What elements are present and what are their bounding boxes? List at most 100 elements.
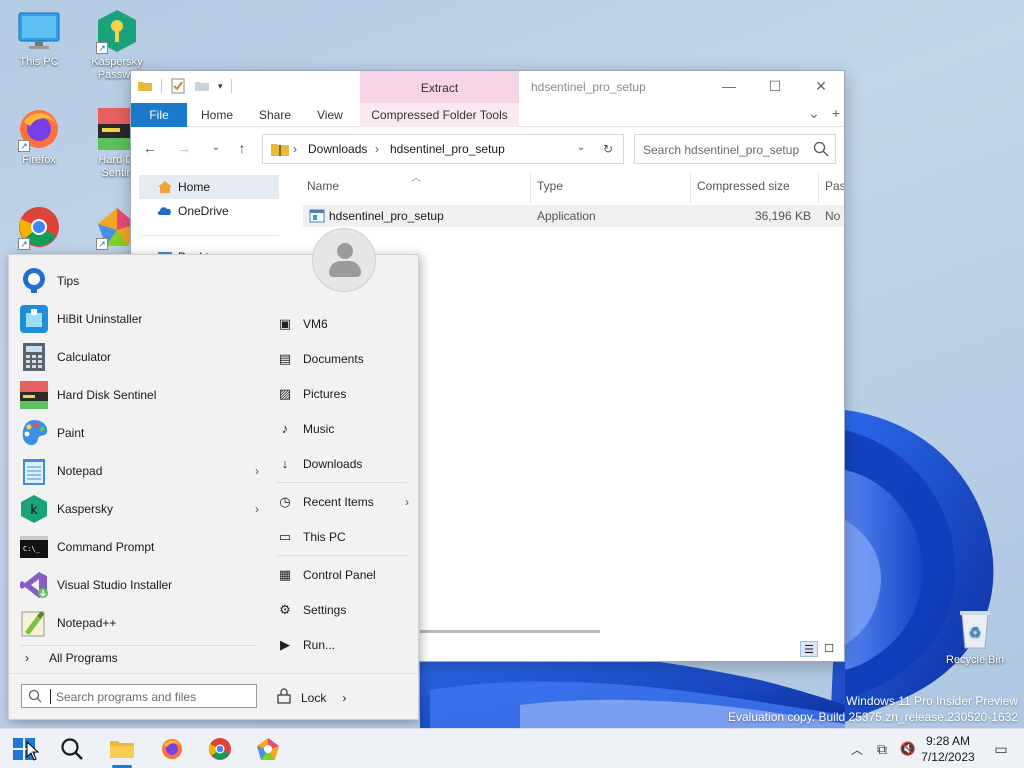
place-control-panel[interactable]: ▦ Control Panel <box>277 562 409 588</box>
nav-item-onedrive[interactable]: OneDrive <box>157 203 229 219</box>
up-arrow-icon[interactable]: ↑ <box>233 139 251 157</box>
taskbar-colorful-app[interactable] <box>252 733 284 765</box>
places-divider <box>277 482 407 483</box>
shortcut-arrow-icon: ↗ <box>18 140 30 152</box>
computer-icon: ▭ <box>278 529 292 544</box>
program-paint[interactable]: Paint <box>19 415 259 451</box>
search-icon[interactable] <box>813 141 829 160</box>
forward-arrow-icon[interactable]: → <box>175 139 193 157</box>
horizontal-scrollbar[interactable] <box>420 630 600 633</box>
tab-share[interactable]: Share <box>259 103 291 127</box>
start-search-placeholder: Search programs and files <box>56 690 197 704</box>
tab-home[interactable]: Home <box>201 103 233 127</box>
column-divider[interactable] <box>690 173 691 203</box>
kaspersky-icon: k <box>19 494 49 524</box>
user-avatar[interactable] <box>312 228 376 292</box>
address-dropdown-icon[interactable]: ⌄ <box>577 142 585 153</box>
all-programs-chevron-icon: › <box>25 651 29 665</box>
tab-compressed-folder-tools[interactable]: Compressed Folder Tools <box>360 103 519 127</box>
folder-icon[interactable] <box>137 78 153 94</box>
properties-icon[interactable] <box>170 78 186 94</box>
column-type[interactable]: Type <box>537 179 563 193</box>
place-downloads[interactable]: ↓ Downloads <box>277 451 409 477</box>
details-view-icon[interactable]: ☰ <box>800 641 818 657</box>
taskbar-chrome[interactable] <box>204 733 236 765</box>
network-icon[interactable]: ⧉ <box>870 733 894 765</box>
refresh-icon[interactable]: ↻ <box>603 142 613 156</box>
program-kaspersky[interactable]: k Kaspersky › <box>19 491 259 527</box>
place-pictures[interactable]: ▨ Pictures <box>277 381 409 407</box>
desktop-icon-recycle-bin[interactable]: ♻ Recycle Bin <box>942 606 1008 667</box>
explorer-search-box[interactable]: Search hdsentinel_pro_setup <box>634 134 836 164</box>
hard-disk-sentinel-icon <box>19 380 49 410</box>
back-arrow-icon[interactable]: ← <box>141 139 159 157</box>
file-row[interactable]: hdsentinel_pro_setup Application 36,196 … <box>303 205 844 227</box>
column-password[interactable]: Pass <box>825 179 844 193</box>
close-icon[interactable]: ✕ <box>798 71 844 101</box>
desktop-icon-firefox[interactable]: ↗ Firefox <box>6 106 72 167</box>
tab-view[interactable]: View <box>317 103 343 127</box>
window-title: hdsentinel_pro_setup <box>531 80 646 94</box>
place-recent-items[interactable]: ◷ Recent Items › <box>277 489 409 515</box>
program-command-prompt[interactable]: C:\_ Command Prompt <box>19 529 259 565</box>
place-label: Pictures <box>303 387 347 401</box>
customize-toolbar-icon[interactable]: ▾ <box>218 81 223 92</box>
svg-text:C:\_: C:\_ <box>23 545 41 553</box>
large-icons-view-icon[interactable]: ☐ <box>820 641 838 657</box>
notifications-icon[interactable]: ▭ <box>988 733 1014 765</box>
column-compressed-size[interactable]: Compressed size <box>697 179 790 193</box>
add-tab-icon[interactable]: + <box>832 105 840 122</box>
place-music[interactable]: ♪ Music <box>277 416 409 442</box>
desktop-icon-this-pc[interactable]: This PC <box>6 8 72 69</box>
start-search-input[interactable]: Search programs and files <box>21 684 257 708</box>
breadcrumb-current-folder[interactable]: hdsentinel_pro_setup <box>390 142 505 156</box>
taskbar-file-explorer[interactable] <box>106 733 138 768</box>
place-settings[interactable]: ⚙ Settings <box>277 597 409 623</box>
place-run[interactable]: ▶ Run... <box>277 632 409 658</box>
taskbar-search-button[interactable] <box>56 733 88 765</box>
desktop-icon-chrome[interactable]: ↗ <box>6 204 72 252</box>
toolbar-divider <box>161 79 162 93</box>
program-calculator[interactable]: Calculator <box>19 339 259 375</box>
breadcrumb-downloads[interactable]: Downloads <box>308 142 367 156</box>
chrome-icon <box>209 738 231 760</box>
toolbar-divider <box>230 79 232 93</box>
all-programs-button[interactable]: › All Programs <box>25 651 118 665</box>
lock-options-chevron-icon[interactable]: › <box>342 691 346 705</box>
recent-locations-icon[interactable]: ⌄ <box>207 139 225 157</box>
taskbar-firefox[interactable] <box>156 733 188 765</box>
document-icon: ▤ <box>278 351 292 366</box>
column-name[interactable]: Name <box>307 179 339 193</box>
column-divider[interactable] <box>818 173 819 203</box>
watermark-line2: Evaluation copy. Build 25375.zn_release.… <box>728 710 1018 724</box>
expand-ribbon-icon[interactable]: ⌄ <box>808 105 820 122</box>
program-hard-disk-sentinel[interactable]: Hard Disk Sentinel <box>19 377 259 413</box>
place-this-pc[interactable]: ▭ This PC <box>277 524 409 550</box>
lock-label: Lock <box>301 690 327 705</box>
submenu-chevron-icon: › <box>405 495 409 509</box>
application-icon <box>309 208 325 227</box>
title-bar[interactable]: ▾ Extract hdsentinel_pro_setup — ☐ ✕ <box>131 71 844 103</box>
program-visual-studio-installer[interactable]: Visual Studio Installer <box>19 567 259 603</box>
place-documents[interactable]: ▤ Documents <box>277 346 409 372</box>
nav-item-home[interactable]: Home <box>139 175 279 199</box>
maximize-icon[interactable]: ☐ <box>752 71 798 101</box>
show-hidden-icons-chevron-icon[interactable]: ︿ <box>846 733 868 765</box>
command-prompt-icon: C:\_ <box>19 532 49 562</box>
program-notepad[interactable]: Notepad › <box>19 453 259 489</box>
minimize-icon[interactable]: — <box>706 71 752 101</box>
tab-file[interactable]: File <box>131 103 187 127</box>
program-label: Hard Disk Sentinel <box>57 388 157 402</box>
taskbar-clock[interactable]: 9:28 AM 7/12/2023 <box>918 733 978 765</box>
program-hibit-uninstaller[interactable]: HiBit Uninstaller <box>19 301 259 337</box>
lock-button[interactable]: Lock › <box>277 688 346 707</box>
volume-muted-icon[interactable]: 🔇 <box>896 733 920 765</box>
program-notepad-plus-plus[interactable]: Notepad++ <box>19 605 259 641</box>
column-divider[interactable] <box>530 173 531 203</box>
address-bar[interactable]: › Downloads › hdsentinel_pro_setup ⌄ ↻ <box>262 134 624 164</box>
place-user-folder[interactable]: ▣ VM6 <box>277 311 409 337</box>
firefox-icon: ↗ <box>16 106 62 152</box>
svg-text:♻: ♻ <box>969 625 982 641</box>
program-tips[interactable]: Tips <box>19 263 259 299</box>
new-folder-icon[interactable] <box>194 78 210 94</box>
